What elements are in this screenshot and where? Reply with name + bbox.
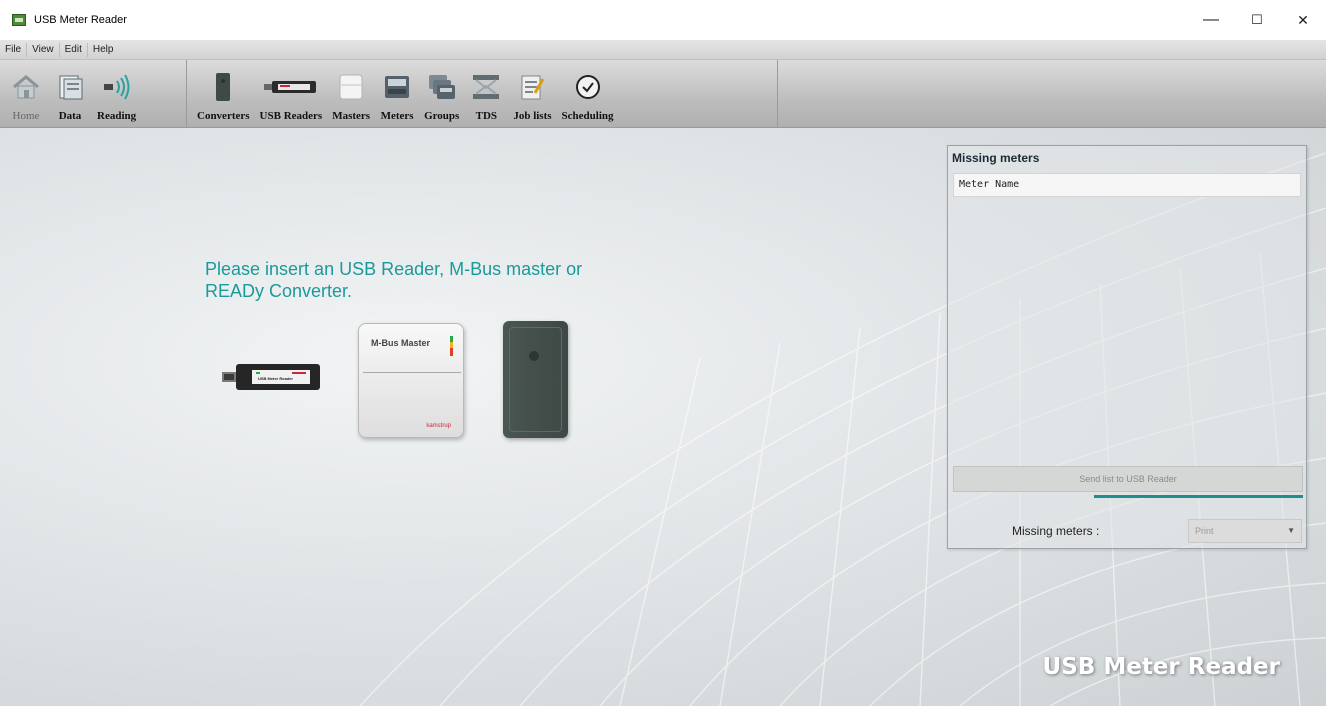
- tool-label: Converters: [197, 110, 250, 122]
- converter-icon: [206, 72, 240, 102]
- menu-view[interactable]: View: [27, 42, 60, 57]
- progress-bar: [1094, 495, 1303, 498]
- tds-icon: [469, 72, 503, 102]
- title-bar: USB Meter Reader — ☐ ✕: [0, 0, 1326, 40]
- device-group: Converters USB Readers Masters Meters Gr…: [192, 60, 778, 128]
- tool-label: Meters: [380, 110, 414, 122]
- menu-bar: File View Edit Help: [0, 40, 1326, 60]
- main-area: Please insert an USB Reader, M-Bus maste…: [0, 128, 1326, 706]
- brand-label: kamstrup: [426, 423, 451, 429]
- tool-scheduling[interactable]: Scheduling: [557, 62, 619, 122]
- usb-reader-icon: [263, 72, 319, 102]
- tool-converters[interactable]: Converters: [192, 62, 255, 122]
- converter-button: [529, 351, 539, 361]
- data-icon: [53, 72, 87, 102]
- home-icon: [9, 72, 43, 102]
- menu-help[interactable]: Help: [88, 43, 119, 57]
- tool-label: Home: [12, 110, 40, 122]
- nav-group: Home Data Reading: [4, 60, 187, 128]
- groups-icon: [425, 72, 459, 102]
- mbus-master-image: M-Bus Master kamstrup: [358, 323, 464, 438]
- tool-label: Scheduling: [561, 110, 614, 122]
- minimize-button[interactable]: —: [1188, 0, 1234, 40]
- app-icon: [12, 14, 26, 26]
- device-seam: [363, 372, 461, 373]
- insert-device-prompt: Please insert an USB Reader, M-Bus maste…: [205, 259, 583, 301]
- tool-label: Job lists: [513, 110, 552, 122]
- tool-label: Reading: [97, 110, 137, 122]
- tool-usb-readers[interactable]: USB Readers: [255, 62, 328, 122]
- tool-label: Groups: [424, 110, 460, 122]
- missing-meters-panel: Missing meters Meter Name Send list to U…: [947, 145, 1307, 549]
- missing-meters-label: Missing meters :: [1012, 524, 1100, 538]
- master-icon: [334, 72, 368, 102]
- menu-edit[interactable]: Edit: [60, 42, 88, 57]
- tool-job-lists[interactable]: Job lists: [508, 62, 556, 122]
- menu-file[interactable]: File: [0, 42, 28, 57]
- tool-masters[interactable]: Masters: [327, 62, 375, 122]
- converter-face: [509, 327, 562, 432]
- tool-label: TDS: [475, 110, 498, 122]
- tool-meters[interactable]: Meters: [375, 62, 419, 122]
- print-dropdown-value: Print: [1195, 526, 1214, 536]
- mbus-master-label: M-Bus Master: [371, 338, 431, 348]
- tool-data[interactable]: Data: [48, 62, 92, 122]
- usb-reader-image: USB Meter Reader: [222, 361, 322, 393]
- clock-icon: [571, 72, 605, 102]
- dropdown-arrow-icon: ▼: [1287, 526, 1295, 535]
- reading-icon: [100, 72, 134, 102]
- product-watermark: USB Meter Reader: [1042, 654, 1280, 680]
- status-leds: [450, 336, 453, 356]
- tool-groups[interactable]: Groups: [419, 62, 464, 122]
- job-list-icon: [515, 72, 549, 102]
- close-button[interactable]: ✕: [1280, 0, 1326, 40]
- window-title: USB Meter Reader: [34, 14, 127, 26]
- window-controls: — ☐ ✕: [1188, 0, 1326, 40]
- meter-icon: [380, 72, 414, 102]
- tool-home[interactable]: Home: [4, 62, 48, 122]
- usb-reader-label: USB Meter Reader: [258, 376, 293, 381]
- tool-label: USB Readers: [259, 110, 323, 122]
- meter-name-column-header[interactable]: Meter Name: [953, 173, 1301, 197]
- toolbar: Home Data Reading Converters USB Readers…: [0, 60, 1326, 128]
- print-dropdown[interactable]: Print ▼: [1188, 519, 1302, 543]
- tool-reading[interactable]: Reading: [92, 62, 141, 122]
- tool-label: Masters: [332, 110, 371, 122]
- panel-title: Missing meters: [952, 151, 1040, 165]
- ready-converter-image: [503, 321, 568, 438]
- tool-tds[interactable]: TDS: [464, 62, 508, 122]
- send-list-button[interactable]: Send list to USB Reader: [953, 466, 1303, 492]
- maximize-button[interactable]: ☐: [1234, 0, 1280, 40]
- tool-label: Data: [58, 110, 82, 122]
